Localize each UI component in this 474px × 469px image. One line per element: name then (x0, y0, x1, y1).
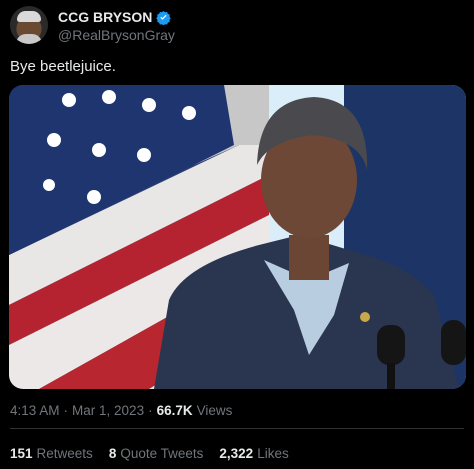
tweet-text: Bye beetlejuice. (10, 58, 116, 75)
tweet-stats: 151 Retweets 8 Quote Tweets 2,322 Likes (10, 446, 289, 461)
meta-separator: · (63, 403, 69, 418)
avatar-shirt-shape (16, 34, 42, 44)
views-count: 66.7K (156, 403, 193, 418)
tweet-date[interactable]: Mar 1, 2023 (72, 403, 144, 418)
quote-tweets-label: Quote Tweets (120, 446, 204, 461)
author-handle[interactable]: @RealBrysonGray (58, 27, 175, 43)
retweets-label: Retweets (36, 446, 93, 461)
tweet-header: CCG BRYSON @RealBrysonGray (10, 6, 464, 46)
avatar[interactable] (10, 6, 48, 44)
meta-separator: · (148, 403, 153, 418)
quote-tweets-stat[interactable]: 8 Quote Tweets (109, 446, 204, 461)
photo-illustration (9, 85, 466, 389)
divider (10, 428, 464, 429)
likes-stat[interactable]: 2,322 Likes (219, 446, 288, 461)
author-display-name[interactable]: CCG BRYSON (58, 9, 152, 25)
tweet-meta: 4:13 AM · Mar 1, 2023 · 66.7K Views (10, 403, 232, 418)
retweets-stat[interactable]: 151 Retweets (10, 446, 93, 461)
quote-tweets-count: 8 (108, 446, 117, 461)
likes-count: 2,322 (219, 446, 254, 461)
likes-label: Likes (257, 446, 289, 461)
tweet-time[interactable]: 4:13 AM (10, 403, 60, 418)
verified-badge-icon (156, 10, 172, 25)
views-label: Views (196, 403, 233, 418)
retweets-count: 151 (10, 446, 33, 461)
tweet-media-photo[interactable] (9, 85, 466, 389)
author-name-row: CCG BRYSON (58, 9, 172, 25)
avatar-cap-shape (17, 11, 41, 22)
